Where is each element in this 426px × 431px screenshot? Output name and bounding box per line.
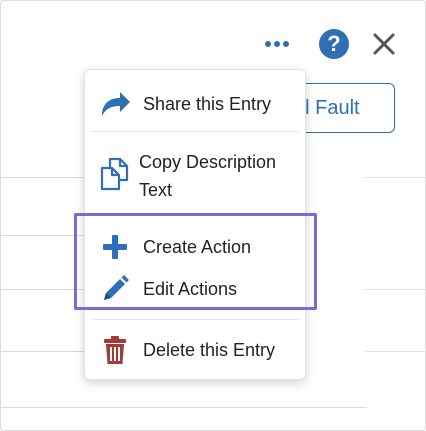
background-divider [1, 177, 85, 178]
share-arrow-icon [97, 89, 133, 119]
entry-actions-menu: Share this Entry Copy Description Text C… [84, 69, 306, 380]
menu-divider [91, 319, 299, 320]
menu-item-edit-actions[interactable]: Edit Actions [85, 270, 305, 308]
help-button[interactable]: ? [319, 29, 349, 59]
menu-item-label: Copy Description Text [139, 152, 277, 200]
background-divider [1, 407, 367, 408]
menu-divider [91, 131, 299, 132]
background-divider [365, 289, 425, 290]
menu-item-label: Edit Actions [143, 279, 238, 299]
more-options-button[interactable] [263, 37, 291, 51]
menu-item-create-action[interactable]: Create Action [85, 228, 305, 266]
menu-item-label: Delete this Entry [143, 340, 276, 360]
help-icon: ? [327, 31, 341, 56]
menu-item-delete-entry[interactable]: Delete this Entry [85, 330, 305, 370]
background-divider [1, 289, 85, 290]
background-divider [1, 235, 85, 236]
close-button[interactable] [371, 31, 397, 57]
background-divider [1, 351, 85, 352]
menu-item-copy-description[interactable]: Copy Description Text [85, 146, 305, 206]
menu-item-share-entry[interactable]: Share this Entry [85, 84, 305, 124]
dialog-frame: ? al Fault Share this Entry Copy Descrip… [0, 0, 426, 431]
copy-icon [97, 156, 133, 192]
plus-icon [97, 233, 133, 261]
background-divider [365, 351, 425, 352]
ellipsis-icon [265, 41, 271, 47]
close-icon [373, 33, 395, 55]
background-divider [365, 177, 425, 178]
trash-icon [97, 335, 133, 365]
menu-item-label: Share this Entry [143, 94, 272, 114]
pencil-icon [97, 274, 133, 304]
menu-item-label: Create Action [143, 237, 252, 257]
